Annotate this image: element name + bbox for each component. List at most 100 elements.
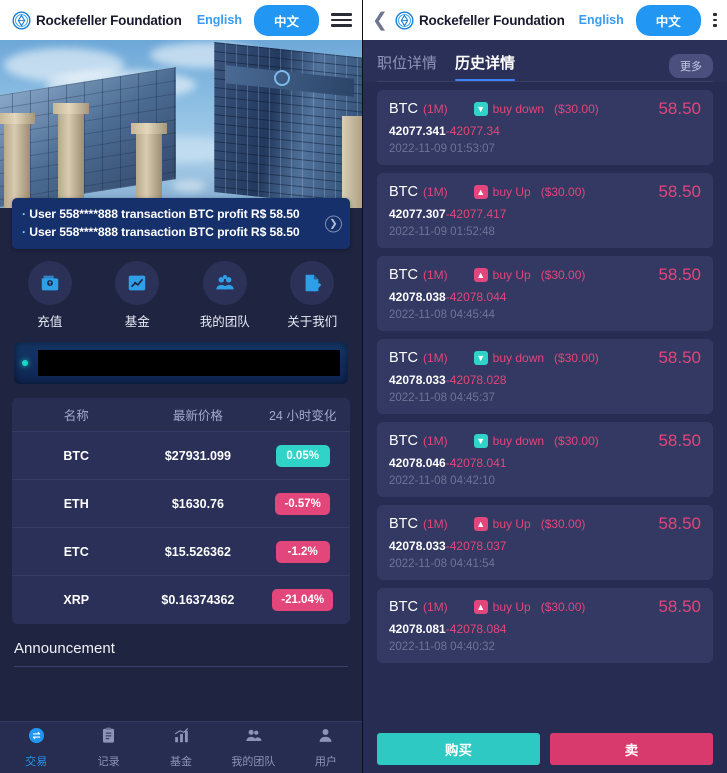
quick-menu-label: 充值 [37,315,63,329]
order-value: 58.50 [658,514,701,533]
arrow-down-box-icon: ▼ [473,102,488,116]
order-direction: buy down [492,102,545,116]
brand: Rockefeller Foundation [395,10,565,30]
order-open-price: 42077.307 [389,207,446,221]
order-card[interactable]: BTC (1M) ▼ buy down ($30.00) 58.50 42078… [377,422,713,497]
order-direction: buy down [492,434,545,448]
buy-button[interactable]: 购买 [377,733,540,765]
news-marquee[interactable]: User 558****888 transaction BTC profit R… [12,198,350,249]
order-close-price: 42078.037 [449,539,507,553]
bottom-nav-item-records[interactable]: 记录 [72,722,144,773]
order-card[interactable]: BTC (1M) ▲ buy Up ($30.00) 58.50 42077.3… [377,173,713,248]
tab-history-details[interactable]: 历史详情 [455,52,516,81]
order-open-price: 42078.081 [389,622,446,636]
hamburger-menu-icon[interactable] [331,13,352,27]
table-row[interactable]: BTC $27931.099 0.05% [12,432,350,480]
chevron-right-circle-icon[interactable]: ❯ [325,215,342,232]
lang-chinese-button[interactable]: 中文 [635,4,701,36]
lang-chinese-button[interactable]: 中文 [253,4,319,36]
row-price: $27931.099 [164,448,231,463]
arrow-up-box-icon: ▲ [473,517,488,531]
row-change-badge: 0.05% [275,444,330,467]
bottom-nav-item-user[interactable]: 用户 [290,722,362,773]
quick-menu-item-fund[interactable]: 基金 [102,261,172,330]
order-open-price: 42078.046 [389,456,446,470]
clipboard-icon [99,726,118,750]
bottom-nav-item-fund[interactable]: 基金 [145,722,217,773]
order-value: 58.50 [658,348,701,367]
order-card[interactable]: BTC (1M) ▼ buy down ($30.00) 58.50 42077… [377,90,713,165]
order-value: 58.50 [658,431,701,450]
announcement-section: Announcement [14,640,348,721]
tab-bar: 职位详情 历史详情 更多 [363,40,727,82]
arrow-up-box-icon: ▲ [473,185,488,199]
order-direction: buy Up [492,517,531,531]
quick-menu-item-about-us[interactable]: 关于我们 [277,261,347,330]
bottom-nav-label: 我的团队 [231,756,276,768]
order-card[interactable]: BTC (1M) ▲ buy Up ($30.00) 58.50 42078.0… [377,505,713,580]
order-period: (1M) [423,600,448,614]
tabs: 职位详情 历史详情 [377,52,713,81]
order-open-price: 42078.038 [389,290,446,304]
table-row[interactable]: ETC $15.526362 -1.2% [12,528,350,576]
row-symbol: BTC [63,448,90,463]
tab-position-details[interactable]: 职位详情 [377,52,437,81]
ticker-banner[interactable] [14,342,348,384]
order-amount: ($30.00) [540,185,586,199]
order-direction: buy Up [492,185,531,199]
more-button[interactable]: 更多 [669,54,713,78]
table-row[interactable]: ETH $1630.76 -0.57% [12,480,350,528]
order-timestamp: 2022-11-08 04:41:54 [389,558,495,570]
order-amount: ($30.00) [540,600,586,614]
row-price: $0.16374362 [161,593,235,607]
column-header-name: 名称 [63,409,89,423]
quick-menu-label: 关于我们 [287,315,338,329]
hamburger-menu-icon[interactable] [712,13,717,27]
arrow-up-box-icon: ▲ [473,268,488,282]
order-close-price: 42078.044 [449,290,507,304]
quick-menu-item-recharge[interactable]: 充值 [15,261,85,330]
lang-english-button[interactable]: English [571,9,632,31]
quick-menu-item-my-team[interactable]: 我的团队 [190,261,260,330]
left-panel: Rockefeller Foundation English 中文 · User… [0,0,363,773]
marquee-line: User 558****888 transaction BTC profit R… [22,205,316,223]
table-row[interactable]: XRP $0.16374362 -21.04% [12,576,350,624]
lang-english-button[interactable]: English [189,9,250,31]
bottom-nav-label: 记录 [97,756,120,768]
order-direction: buy Up [492,600,531,614]
order-period: (1M) [423,102,448,116]
row-change-badge: -21.04% [272,589,334,611]
order-timestamp: 2022-11-08 04:42:10 [389,475,495,487]
order-card[interactable]: BTC (1M) ▲ buy Up ($30.00) 58.50 42078.0… [377,588,713,663]
order-symbol: BTC [389,350,418,366]
announcement-title: Announcement [14,640,115,657]
brand: Rockefeller Foundation [12,10,182,30]
order-period: (1M) [423,434,448,448]
order-value: 58.50 [658,99,701,118]
order-period: (1M) [423,185,448,199]
users-icon [244,726,263,750]
bottom-nav-item-trade[interactable]: 交易 [0,722,72,773]
order-symbol: BTC [389,267,418,283]
chevron-left-icon[interactable]: ❮ [371,11,389,30]
order-card[interactable]: BTC (1M) ▼ buy down ($30.00) 58.50 42078… [377,339,713,414]
row-symbol: ETC [63,544,89,559]
order-symbol: BTC [389,516,418,532]
order-timestamp: 2022-11-08 04:45:44 [389,309,495,321]
order-open-price: 42078.033 [389,539,446,553]
order-value: 58.50 [658,597,701,616]
order-history-list[interactable]: BTC (1M) ▼ buy down ($30.00) 58.50 42077… [363,82,727,725]
bottom-nav-item-my-team[interactable]: 我的团队 [217,722,289,773]
order-card[interactable]: BTC (1M) ▲ buy Up ($30.00) 58.50 42078.0… [377,256,713,331]
order-amount: ($30.00) [554,434,599,448]
row-price: $15.526362 [164,544,231,559]
order-period: (1M) [423,268,448,282]
brand-name: Rockefeller Foundation [36,12,182,28]
sell-button[interactable]: 卖 [550,733,713,765]
quick-menu-label: 基金 [124,315,150,329]
row-symbol: XRP [63,593,90,607]
users-group-icon [202,261,247,305]
order-period: (1M) [423,351,448,365]
chart-up-icon [115,261,160,305]
wallet-icon [27,261,72,305]
